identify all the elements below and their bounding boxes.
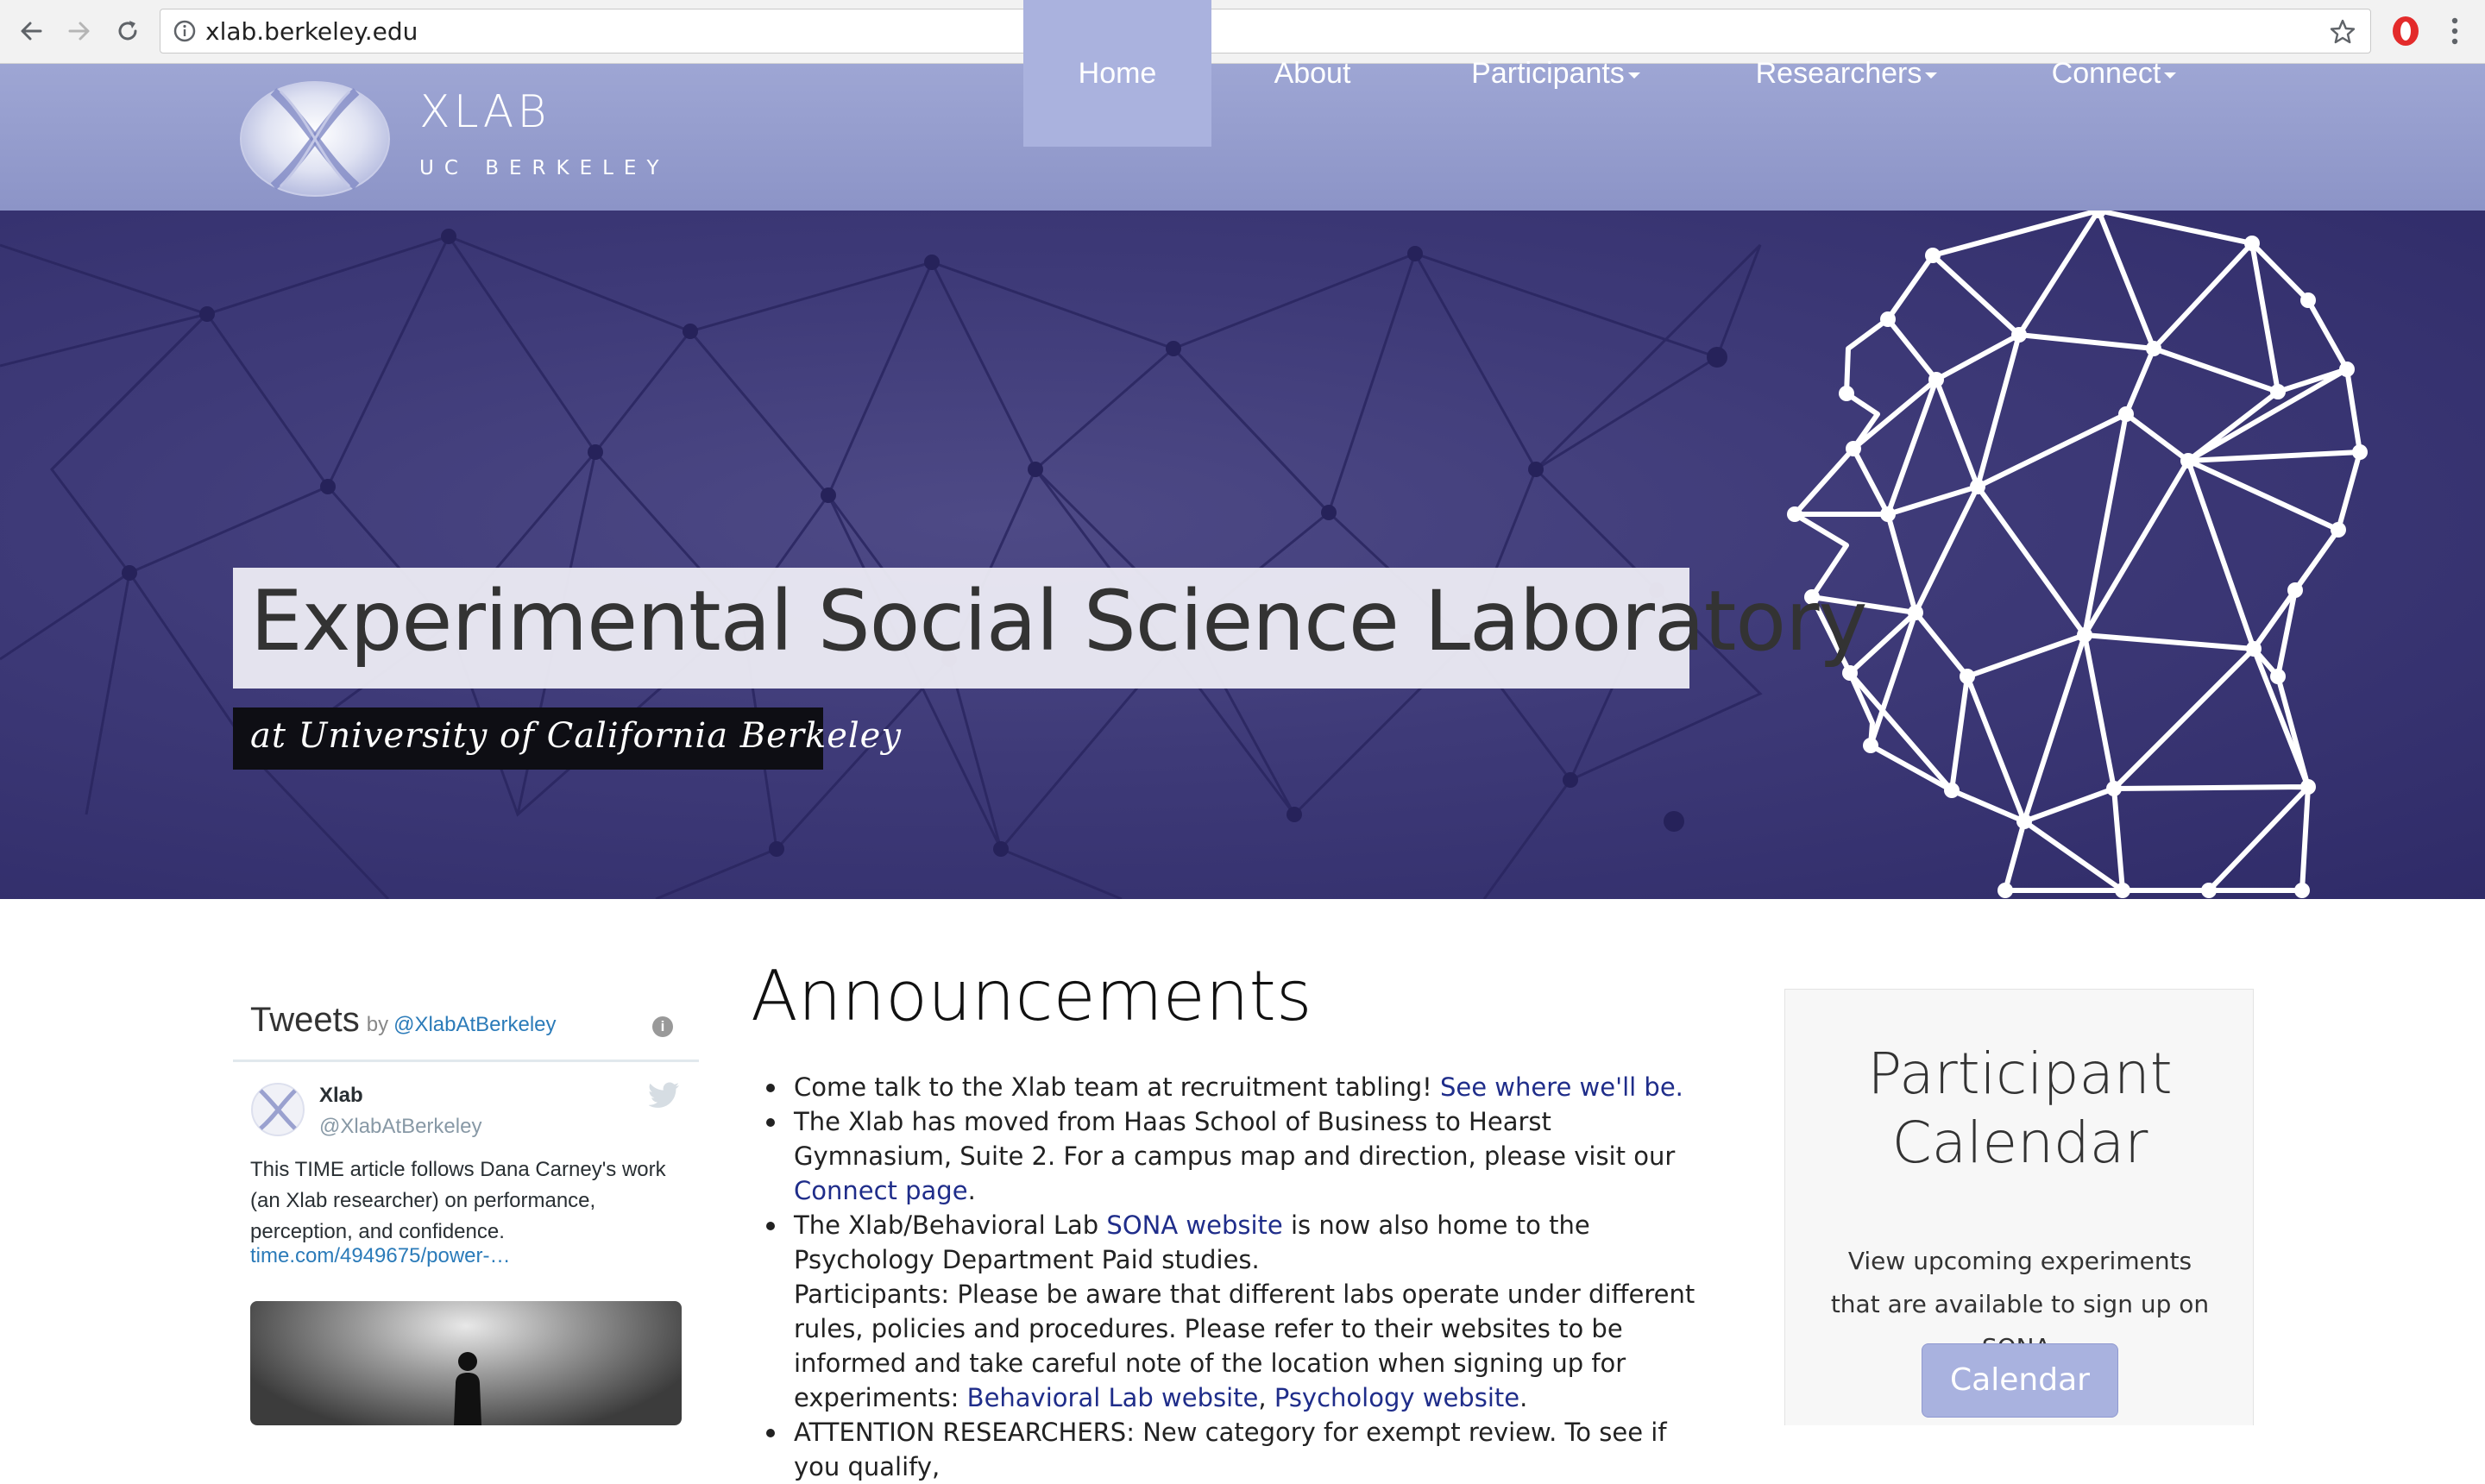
tweets-by: by — [366, 1013, 389, 1036]
announcements-title: Announcements — [751, 956, 1312, 1036]
twitter-timeline: Tweets by @XlabAtBerkeley i Xlab @XlabAtBe… — [233, 984, 699, 1425]
hero-banner — [0, 211, 2485, 899]
announcement-text: Come talk to the Xlab team at recruitmen… — [794, 1072, 1440, 1102]
nav-participants-label: Participants — [1471, 57, 1625, 90]
url-text[interactable]: xlab.berkeley.edu — [205, 9, 418, 54]
network-background — [0, 211, 2368, 899]
nav-researchers[interactable]: Researchers — [1717, 0, 1976, 147]
avatar[interactable] — [250, 1082, 305, 1137]
list-item: The Xlab/Behavioral Lab SONA website is … — [751, 1208, 1717, 1415]
vertical-dots-icon[interactable] — [2444, 14, 2465, 48]
hero-subtitle: at University of California Berkeley — [250, 716, 902, 756]
logo-title[interactable]: XLAB — [419, 86, 550, 138]
divider — [233, 1060, 699, 1062]
person-silhouette-icon — [454, 1352, 481, 1425]
reload-icon[interactable] — [109, 12, 147, 50]
announcement-text: ATTENTION RESEARCHERS: New category for … — [794, 1418, 1667, 1481]
tweet-author-name[interactable]: Xlab — [319, 1084, 363, 1108]
hero-title: Experimental Social Science Laboratory — [250, 573, 1867, 670]
calendar-title: Participant Calendar — [1867, 1041, 2173, 1176]
see-where-link[interactable]: See where we'll be. — [1440, 1072, 1683, 1102]
twitter-bird-icon[interactable] — [649, 1082, 680, 1108]
back-arrow-icon[interactable] — [12, 12, 50, 50]
nav-about-label: About — [1274, 57, 1351, 90]
forward-arrow-icon[interactable] — [60, 12, 98, 50]
tweet-author-username[interactable]: @XlabAtBerkeley — [319, 1115, 481, 1139]
tweets-handle-link[interactable]: @XlabAtBerkeley — [393, 1013, 556, 1036]
nav-connect[interactable]: Connect — [2010, 0, 2218, 147]
tweets-heading: Tweets — [250, 1001, 360, 1039]
info-icon[interactable]: i — [652, 1016, 673, 1037]
announcement-text: The Xlab/Behavioral Lab — [794, 1210, 1107, 1240]
caret-down-icon — [2164, 72, 2177, 79]
announcement-text: , — [1258, 1383, 1274, 1412]
announcement-text: The Xlab has moved from Haas School of B… — [794, 1107, 1676, 1171]
list-item: The Xlab has moved from Haas School of B… — [751, 1104, 1717, 1208]
nav-home-label: Home — [1078, 57, 1157, 90]
nav-researchers-label: Researchers — [1755, 57, 1922, 90]
logo-subtitle[interactable]: UC BERKELEY — [419, 157, 670, 179]
nav-about[interactable]: About — [1211, 0, 1413, 147]
psychology-website-link[interactable]: Psychology website — [1274, 1383, 1519, 1412]
participant-calendar-card: Participant Calendar View upcoming exper… — [1784, 989, 2254, 1425]
star-icon[interactable] — [2329, 18, 2356, 46]
list-item: ATTENTION RESEARCHERS: New category for … — [751, 1415, 1717, 1484]
xlab-logo[interactable] — [239, 79, 391, 198]
opera-icon[interactable] — [2390, 14, 2421, 48]
tweets-header: Tweets by @XlabAtBerkeley — [250, 1001, 557, 1040]
sona-website-link[interactable]: SONA website — [1106, 1210, 1282, 1240]
connect-page-link[interactable]: Connect page — [794, 1176, 968, 1205]
nav-connect-label: Connect — [2051, 57, 2161, 90]
info-circle-icon[interactable] — [173, 19, 197, 43]
announcements-list: Come talk to the Xlab team at recruitmen… — [751, 1070, 1717, 1484]
tweet-media-image[interactable] — [250, 1301, 682, 1425]
caret-down-icon — [1925, 72, 1938, 79]
announcement-text: . — [1519, 1383, 1528, 1412]
tweet-link[interactable]: time.com/4949675/power-… — [250, 1244, 510, 1268]
calendar-button[interactable]: Calendar — [1922, 1343, 2118, 1418]
caret-down-icon — [1627, 72, 1640, 79]
list-item: Come talk to the Xlab team at recruitmen… — [751, 1070, 1717, 1104]
announcement-text: . — [967, 1176, 976, 1205]
nav-home[interactable]: Home — [1023, 0, 1211, 147]
tweet-text: This TIME article follows Dana Carney's … — [250, 1158, 666, 1243]
nav-participants[interactable]: Participants — [1432, 0, 1679, 147]
behavioral-lab-link[interactable]: Behavioral Lab website — [967, 1383, 1259, 1412]
